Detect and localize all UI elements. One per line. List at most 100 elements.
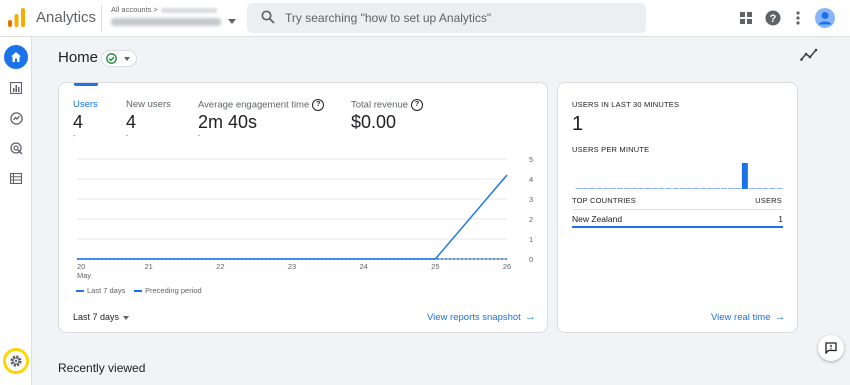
minute-bar: [610, 188, 617, 189]
minute-bar: [693, 188, 700, 189]
search-bar[interactable]: [247, 3, 646, 33]
feedback-icon: [825, 342, 837, 354]
minute-bar: [596, 188, 603, 189]
row-share-bar: [572, 226, 783, 228]
view-real-time-label: View real time: [711, 312, 771, 323]
x-tick-label: 23: [288, 262, 296, 271]
minute-bar: [637, 188, 644, 189]
chevron-down-icon: [124, 57, 130, 61]
minute-bar: [748, 188, 755, 189]
reports-icon: [10, 82, 22, 94]
legend-current-label: Last 7 days: [87, 286, 126, 295]
minute-bar: [776, 188, 783, 189]
minute-bar: [658, 188, 665, 189]
minute-bar: [582, 188, 589, 189]
minute-bar: [741, 163, 748, 189]
explore-icon: [9, 111, 23, 125]
y-tick-label: 5: [529, 155, 533, 164]
account-avatar-icon[interactable]: [815, 8, 835, 28]
legend-solid-swatch: [76, 290, 84, 293]
insights-icon[interactable]: [800, 48, 818, 62]
realtime-users-value: 1: [572, 113, 584, 135]
x-tick-label: 22: [216, 262, 224, 271]
analytics-logo-icon[interactable]: [8, 8, 25, 27]
y-tick-label: 1: [529, 235, 533, 244]
users-per-minute-label: USERS PER MINUTE: [572, 145, 650, 154]
users-per-minute-bar-chart: [575, 163, 783, 189]
x-tick-label: 26: [503, 262, 511, 271]
minute-bar: [700, 188, 707, 189]
configure-list-icon: [10, 172, 22, 184]
legend-previous: Preceding period: [134, 286, 202, 295]
minute-bar: [575, 188, 582, 189]
nav-explore[interactable]: [4, 106, 28, 130]
minute-bar: [762, 188, 769, 189]
arrow-right-icon: →: [524, 311, 536, 323]
settings-gear-icon: [10, 355, 22, 367]
nav-reports[interactable]: [4, 76, 28, 100]
realtime-users-label: USERS IN LAST 30 MINUTES: [572, 100, 680, 109]
minute-bar: [617, 188, 624, 189]
minute-bar: [734, 188, 741, 189]
arrow-right-icon: →: [774, 311, 786, 323]
minute-bar: [624, 188, 630, 189]
divider: [572, 209, 783, 210]
search-input[interactable]: [285, 9, 625, 27]
minute-bar: [672, 188, 679, 189]
nav-configure[interactable]: [4, 166, 28, 190]
help-icon[interactable]: ?: [765, 10, 781, 26]
y-tick-label: 4: [529, 175, 533, 184]
view-reports-snapshot-label: View reports snapshot: [427, 312, 521, 323]
chevron-down-icon[interactable]: [228, 19, 236, 24]
minute-bar: [755, 188, 762, 189]
advertising-icon: [9, 141, 23, 155]
minute-bar: [589, 188, 596, 189]
account-breadcrumb[interactable]: All accounts >: [111, 5, 217, 14]
minute-bar: [721, 188, 728, 189]
left-nav-rail: [0, 37, 32, 385]
minute-bar: [686, 188, 693, 189]
view-real-time-link[interactable]: View real time →: [711, 311, 786, 323]
minute-bar: [707, 188, 714, 189]
minute-bar: [679, 188, 686, 189]
admin-settings-button[interactable]: [3, 348, 29, 374]
minute-bar: [630, 188, 637, 189]
nav-advertising[interactable]: [4, 136, 28, 160]
x-tick-label: 25: [431, 262, 439, 271]
home-icon: [11, 52, 21, 62]
minute-bar: [665, 188, 672, 189]
app-title: Analytics: [36, 9, 97, 26]
apps-icon[interactable]: [738, 10, 754, 26]
check-circle-icon: [106, 53, 117, 64]
search-icon: [261, 10, 275, 24]
minute-bar: [769, 188, 776, 189]
y-tick-label: 2: [529, 215, 533, 224]
status-dropdown[interactable]: [101, 50, 137, 67]
realtime-card: USERS IN LAST 30 MINUTES 1 USERS PER MIN…: [557, 82, 798, 333]
blurred-account-name: [160, 7, 217, 13]
x-tick-label: 21: [144, 262, 152, 271]
top-bar: Analytics All accounts > ?: [0, 0, 850, 37]
minute-bar: [728, 188, 734, 189]
view-reports-snapshot-link[interactable]: View reports snapshot →: [427, 311, 536, 323]
nav-home[interactable]: [4, 45, 28, 69]
legend-dashed-swatch: [134, 290, 142, 293]
users-column-header: USERS: [755, 196, 782, 205]
chevron-down-icon: [123, 315, 130, 320]
more-vert-icon[interactable]: [790, 10, 806, 26]
date-range-dropdown[interactable]: Last 7 days: [73, 312, 130, 322]
minute-bar: [651, 188, 658, 189]
recently-viewed-heading: Recently viewed: [58, 361, 146, 375]
x-tick-label: 24: [359, 262, 367, 271]
top-countries-header: TOP COUNTRIES: [572, 196, 636, 205]
minute-bar: [714, 188, 721, 189]
svg-text:?: ?: [770, 13, 777, 25]
property-name-blurred[interactable]: [111, 18, 221, 26]
divider: [101, 6, 102, 31]
y-tick-label: 0: [529, 255, 533, 264]
series-line-last-7-days: [77, 174, 508, 260]
country-cell: New Zealand: [572, 214, 623, 224]
feedback-button[interactable]: [818, 335, 844, 361]
y-tick-label: 3: [529, 195, 533, 204]
account-breadcrumb-label: All accounts >: [111, 5, 158, 14]
